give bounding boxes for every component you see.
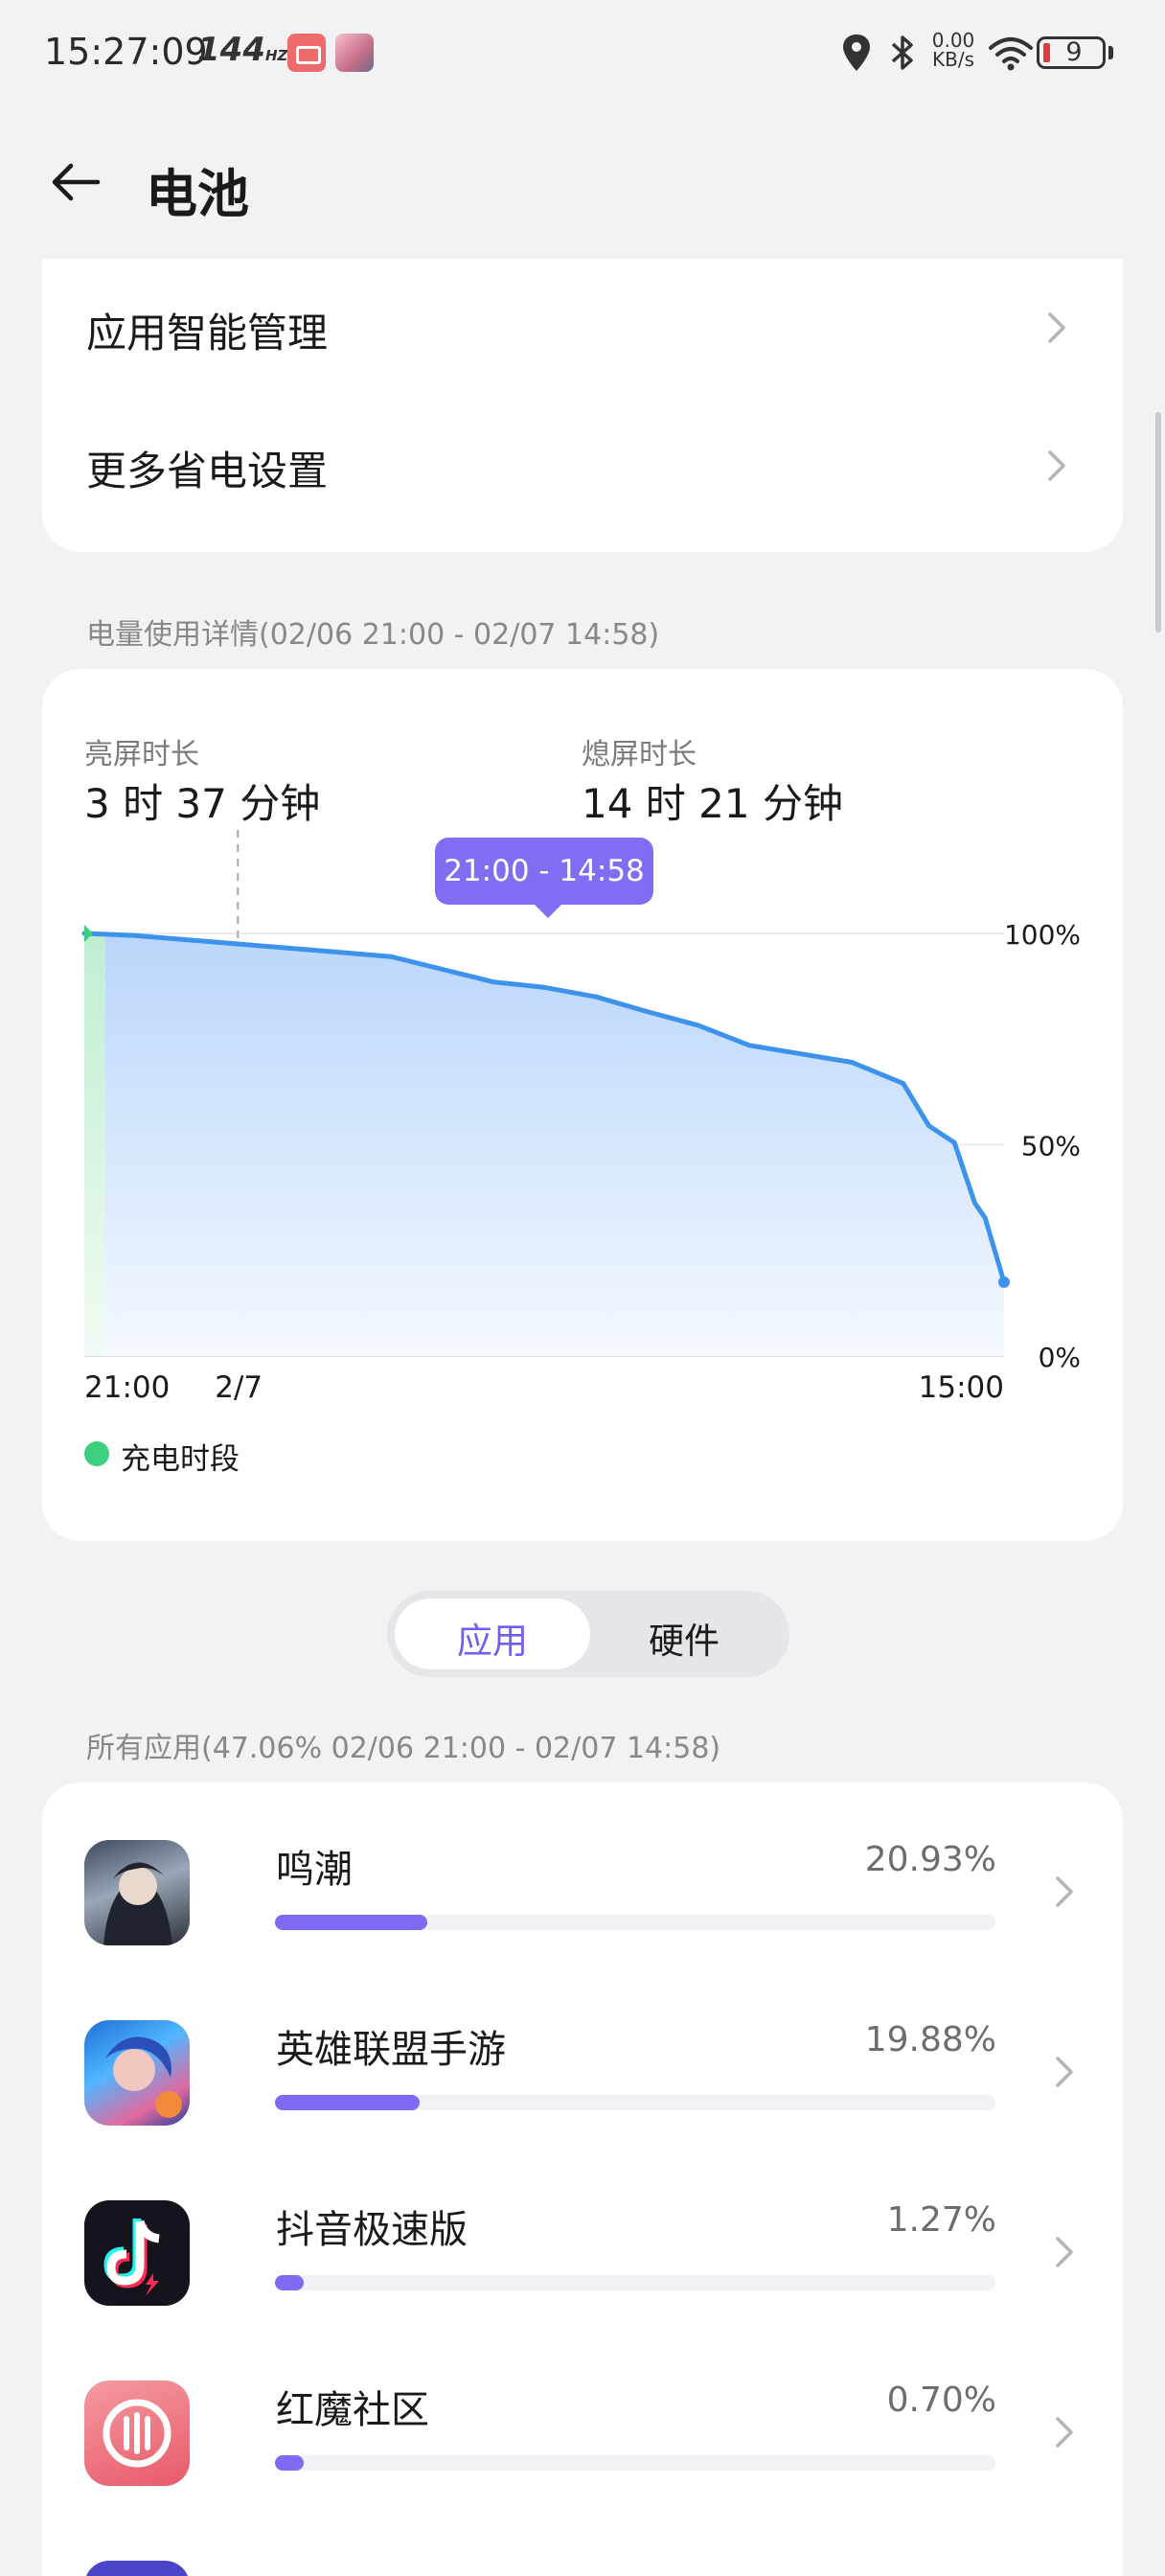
app-name: 鸣潮 [276, 1848, 353, 1892]
app-row[interactable] [42, 2503, 1123, 2576]
current-level-point [998, 1276, 1010, 1288]
tab-apps[interactable]: 应用 [395, 1612, 590, 1664]
app-row[interactable]: 鸣潮 20.93% [42, 1782, 1123, 1963]
app-name: 英雄联盟手游 [276, 2028, 506, 2072]
app-row[interactable]: 红魔社区 0.70% [42, 2323, 1123, 2503]
usage-bar [275, 2275, 995, 2290]
time-range-tooltip: 21:00 - 14:58 [435, 838, 653, 918]
app-icon [84, 2561, 190, 2576]
redmagic-app-icon [84, 2380, 190, 2486]
chevron-right-icon [1056, 1876, 1073, 1907]
chevron-right-icon [1056, 2057, 1073, 2087]
app-row[interactable]: 英雄联盟手游 19.88% [42, 1963, 1123, 2143]
charging-legend-dot [84, 1441, 109, 1466]
scroll-indicator[interactable] [1155, 412, 1161, 632]
mingchao-app-icon [84, 1840, 190, 1945]
x-tick-label: 2/7 [215, 1370, 263, 1405]
x-tick-label: 21:00 [84, 1370, 170, 1405]
chevron-right-icon [1056, 2237, 1073, 2267]
app-name: 红魔社区 [276, 2388, 429, 2432]
y-tick-label: 0% [1039, 1342, 1081, 1373]
x-tick-label: 15:00 [919, 1370, 1004, 1405]
app-percent: 19.88% [864, 2020, 996, 2059]
chevron-right-icon [1056, 2417, 1073, 2448]
battery-area-fill [84, 933, 1004, 1356]
charging-period-band [84, 933, 105, 1356]
y-tick-label: 50% [1021, 1131, 1081, 1162]
tab-hardware[interactable]: 硬件 [586, 1612, 782, 1664]
battery-screen: 15:27:09 144HZ 0.00 KB/s 9 电池 应用智能管理 更多省… [0, 0, 1165, 2576]
usage-bar-fill [275, 1915, 428, 1930]
app-row[interactable]: 抖音极速版 1.27% [42, 2143, 1123, 2323]
usage-bar [275, 2455, 995, 2471]
charging-legend-label: 充电时段 [121, 1442, 240, 1477]
battery-chart[interactable]: 100% 50% 0% 21:00 2/7 15:00 [0, 0, 1165, 1533]
app-name: 抖音极速版 [276, 2208, 468, 2252]
lol-app-icon [84, 2020, 190, 2126]
apps-card: 鸣潮 20.93% 英雄联盟手游 19.88% 抖音极速版 1.27% 红魔社区… [42, 1782, 1123, 2576]
douyin-app-icon [84, 2200, 190, 2306]
app-percent: 20.93% [864, 1840, 996, 1879]
apps-caption: 所有应用(47.06% 02/06 21:00 - 02/07 14:58) [86, 1732, 721, 1765]
app-percent: 0.70% [886, 2380, 996, 2420]
usage-bar-fill [275, 2095, 421, 2110]
usage-type-switch: 应用 硬件 [387, 1591, 789, 1677]
usage-bar-fill [275, 2275, 304, 2290]
app-percent: 1.27% [886, 2200, 996, 2240]
usage-bar-fill [275, 2455, 304, 2471]
usage-bar [275, 1915, 995, 1930]
y-tick-label: 100% [1004, 919, 1081, 951]
usage-bar [275, 2095, 995, 2110]
